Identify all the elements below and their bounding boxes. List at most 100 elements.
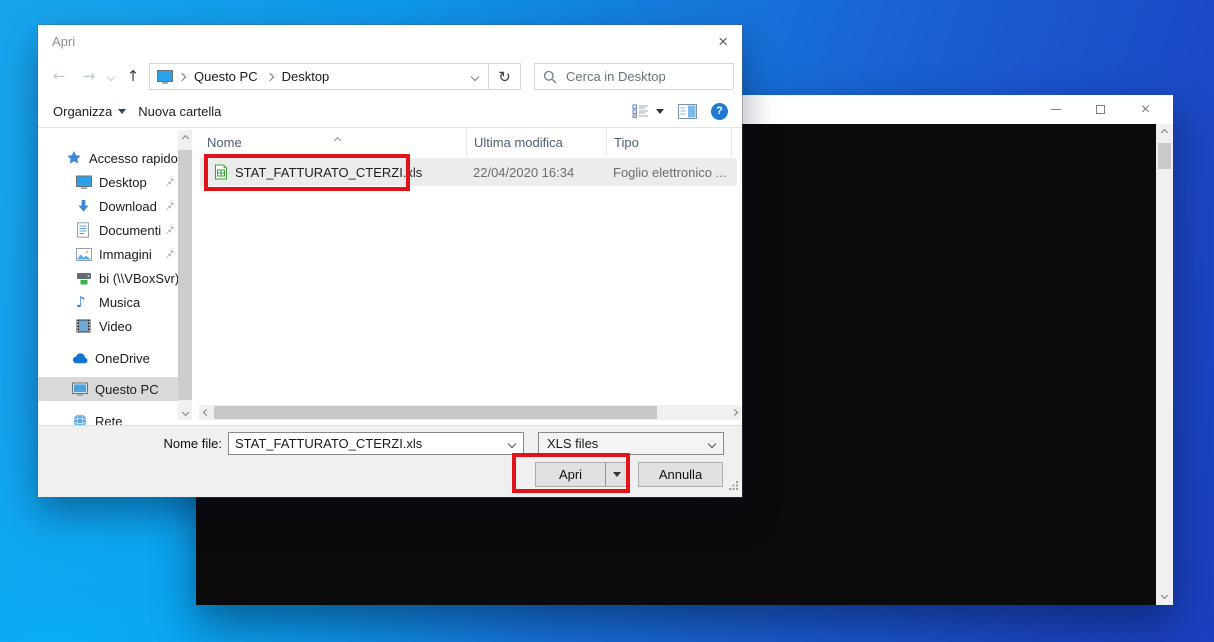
search-icon — [543, 70, 557, 84]
toolbar-right-icons: ? — [632, 103, 728, 120]
sidebar-item-label: Desktop — [99, 175, 147, 190]
scroll-down-icon[interactable] — [178, 404, 192, 420]
sidebar-item-network-share[interactable]: bi (\\VBoxSvr) (Z — [38, 266, 178, 290]
column-header-tipo[interactable]: Tipo — [606, 128, 731, 157]
address-bar[interactable]: Questo PC Desktop ↻ — [149, 63, 521, 90]
sidebar-item-desktop[interactable]: Desktop — [38, 170, 178, 194]
maximize-icon — [1096, 105, 1105, 114]
pin-icon — [164, 199, 175, 214]
close-icon: × — [1141, 102, 1150, 118]
minimize-button[interactable] — [1033, 95, 1078, 124]
filetype-dropdown[interactable]: XLS files — [538, 432, 724, 455]
file-type: Foglio elettronico ... — [613, 165, 737, 180]
chevron-down-icon[interactable] — [501, 441, 523, 447]
new-folder-label: Nuova cartella — [138, 104, 221, 119]
help-icon[interactable]: ? — [711, 103, 728, 120]
search-box[interactable] — [534, 63, 734, 90]
cancel-button[interactable]: Annulla — [638, 462, 723, 487]
sort-ascending-icon — [335, 131, 340, 146]
sidebar-item-label: Download — [99, 199, 157, 214]
scroll-down-icon[interactable] — [1156, 587, 1173, 604]
desktop: { "background_window": { "minimize": "mi… — [0, 0, 1214, 642]
picture-icon — [76, 248, 93, 261]
sidebar-item-label: Accesso rapido — [89, 151, 178, 166]
new-folder-button[interactable]: Nuova cartella — [138, 104, 221, 119]
filename-input[interactable] — [229, 436, 501, 451]
scroll-up-icon[interactable] — [1156, 124, 1173, 141]
sidebar-item-documenti[interactable]: Documenti — [38, 218, 178, 242]
chevron-down-icon — [656, 109, 664, 114]
pin-icon — [164, 175, 175, 190]
preview-pane-icon[interactable] — [678, 104, 697, 119]
filename-combobox[interactable] — [228, 432, 524, 455]
chevron-down-icon[interactable] — [701, 441, 723, 447]
chevron-down-icon — [118, 109, 126, 114]
sidebar-item-label: Video — [99, 319, 132, 334]
organize-label: Organizza — [53, 104, 112, 119]
computer-icon — [72, 382, 89, 397]
sidebar-item-label: Immagini — [99, 247, 152, 262]
monitor-icon — [76, 175, 93, 190]
scrollbar-thumb[interactable] — [178, 150, 192, 400]
scroll-right-icon[interactable] — [727, 405, 741, 420]
sidebar-item-download[interactable]: Download — [38, 194, 178, 218]
globe-icon — [72, 413, 89, 425]
scroll-left-icon[interactable] — [199, 405, 213, 420]
navigation-bar: ← → ↑ Questo PC Desktop ↻ — [38, 58, 742, 95]
column-headers: Nome Ultima modifica Tipo — [192, 128, 742, 157]
address-dropdown-icon[interactable] — [462, 74, 488, 80]
views-button[interactable] — [632, 104, 664, 118]
breadcrumb-questo-pc[interactable]: Questo PC — [194, 69, 258, 84]
breadcrumb-separator-icon — [178, 72, 186, 80]
forward-icon[interactable]: → — [80, 69, 98, 84]
sidebar-item-onedrive[interactable]: OneDrive — [38, 346, 178, 370]
annotation-highlight-file — [204, 154, 410, 191]
scrollbar-thumb[interactable] — [1158, 143, 1171, 169]
file-list-horizontal-scrollbar[interactable] — [199, 405, 741, 420]
sidebar-item-musica[interactable]: ♪ Musica — [38, 290, 178, 314]
sidebar-item-label: Documenti — [99, 223, 161, 238]
sidebar-item-rete[interactable]: Rete — [38, 409, 178, 425]
desktop-location-icon — [157, 70, 173, 84]
sidebar-scrollbar[interactable] — [178, 130, 192, 420]
up-icon[interactable]: ↑ — [125, 69, 141, 84]
breadcrumb-desktop[interactable]: Desktop — [282, 69, 330, 84]
sidebar-item-immagini[interactable]: Immagini — [38, 242, 178, 266]
annotation-highlight-open-button — [512, 453, 630, 493]
maximize-button[interactable] — [1078, 95, 1123, 124]
resize-grip-icon[interactable] — [728, 479, 739, 494]
column-header-extra — [731, 128, 742, 157]
column-header-ultima-modifica[interactable]: Ultima modifica — [466, 128, 606, 157]
quick-access-star-icon — [66, 150, 83, 166]
filetype-value: XLS files — [547, 436, 598, 451]
dialog-titlebar: Apri × — [38, 25, 742, 58]
column-header-nome[interactable]: Nome — [200, 128, 466, 157]
open-file-dialog: Apri × ← → ↑ Questo PC Desktop ↻ Organiz… — [38, 25, 742, 497]
pin-icon — [164, 247, 175, 262]
file-modified: 22/04/2020 16:34 — [473, 165, 613, 180]
download-arrow-icon — [76, 199, 93, 214]
background-window-scrollbar[interactable] — [1156, 124, 1173, 605]
sidebar-item-label: bi (\\VBoxSvr) (Z — [99, 271, 178, 286]
network-drive-icon — [76, 271, 93, 286]
scroll-up-icon[interactable] — [178, 130, 192, 146]
breadcrumb-separator-icon — [265, 72, 273, 80]
back-icon[interactable]: ← — [50, 69, 68, 84]
cloud-icon — [72, 352, 89, 364]
close-button[interactable]: × — [1123, 95, 1168, 124]
recent-locations-icon[interactable] — [106, 74, 116, 80]
organize-button[interactable]: Organizza — [53, 104, 126, 119]
sidebar-item-label: Questo PC — [95, 382, 159, 397]
search-input[interactable] — [566, 69, 725, 84]
refresh-icon[interactable]: ↻ — [488, 64, 520, 89]
sidebar-item-video[interactable]: Video — [38, 314, 178, 338]
filename-label: Nome file: — [158, 436, 222, 452]
sidebar-item-questo-pc[interactable]: Questo PC — [38, 377, 178, 401]
scrollbar-thumb[interactable] — [214, 406, 657, 419]
pin-icon — [164, 223, 175, 238]
film-icon — [76, 319, 93, 333]
sidebar-item-label: Musica — [99, 295, 140, 310]
sidebar-item-accesso-rapido[interactable]: Accesso rapido — [38, 146, 178, 170]
dialog-footer: Nome file: XLS files Apri Annulla — [38, 425, 742, 497]
dialog-close-icon[interactable]: × — [718, 33, 728, 50]
